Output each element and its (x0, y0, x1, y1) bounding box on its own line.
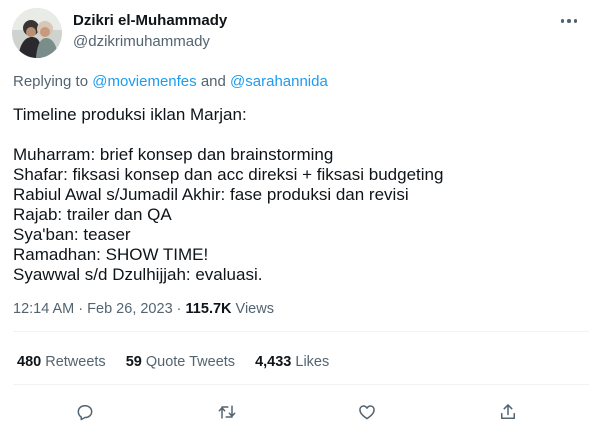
replying-and: and (200, 73, 226, 90)
tweet-line: Sya'ban: teaser (13, 225, 131, 244)
divider (13, 331, 589, 332)
reply-bubble-icon (77, 405, 93, 421)
likes-label: Likes (295, 354, 330, 370)
retweets-label: Retweets (45, 354, 106, 370)
retweets-stat[interactable]: 480 Retweets (17, 354, 106, 370)
retweet-icon (218, 405, 236, 419)
replying-to-label: Replying to (13, 73, 89, 90)
tweet-card: Dzikri el-Muhammady @dzikrimuhammady Rep… (0, 0, 602, 448)
retweets-count: 480 (17, 354, 42, 370)
views-count: 115.7K (185, 301, 232, 317)
author-handle[interactable]: @dzikrimuhammady (73, 33, 210, 50)
share-button[interactable] (493, 397, 523, 427)
tweet-text: Timeline produksi iklan Marjan: Muharram… (13, 105, 443, 285)
author-name[interactable]: Dzikri el-Muhammady (73, 12, 227, 29)
tweet-line: Muharram: brief konsep dan brainstorming (13, 145, 334, 164)
tweet-date[interactable]: Feb 26, 2023 (87, 301, 172, 317)
engagement-stats: 480 Retweets 59 Quote Tweets 4,433 Likes (17, 354, 349, 370)
meta-separator: · (78, 301, 84, 317)
quotes-count: 59 (125, 354, 142, 370)
reply-mention-1[interactable]: @moviemenfes (92, 73, 196, 90)
like-button[interactable] (352, 397, 382, 427)
replying-to: Replying to @moviemenfes and @sarahannid… (13, 73, 328, 90)
retweet-button[interactable] (212, 397, 242, 427)
tweet-time[interactable]: 12:14 AM (13, 301, 74, 317)
likes-stat[interactable]: 4,433 Likes (255, 354, 329, 370)
tweet-line: Timeline produksi iklan Marjan: (13, 105, 247, 124)
quote-tweets-stat[interactable]: 59 Quote Tweets (126, 354, 235, 370)
likes-count: 4,433 (255, 354, 292, 370)
reply-button[interactable] (70, 397, 100, 427)
meta-separator: · (176, 301, 182, 317)
action-bar (0, 397, 602, 427)
reply-mention-2[interactable]: @sarahannida (230, 73, 328, 90)
tweet-line: Rabiul Awal s/Jumadil Akhir: fase produk… (13, 185, 409, 204)
tweet-line: Syawwal s/d Dzulhijjah: evaluasi. (13, 265, 263, 284)
share-icon (501, 404, 515, 419)
tweet-line: Rajab: trailer dan QA (13, 205, 172, 224)
views-label: Views (235, 301, 274, 317)
tweet-meta: 12:14 AM · Feb 26, 2023 · 115.7K Views (13, 301, 274, 317)
heart-icon (359, 405, 375, 420)
tweet-line: Shafar: fiksasi konsep dan acc direksi +… (13, 165, 444, 184)
quotes-label: Quote Tweets (145, 354, 236, 370)
divider (13, 384, 589, 385)
avatar[interactable] (12, 8, 62, 58)
tweet-line: Ramadhan: SHOW TIME! (13, 245, 209, 264)
more-dots-icon[interactable] (556, 10, 582, 32)
